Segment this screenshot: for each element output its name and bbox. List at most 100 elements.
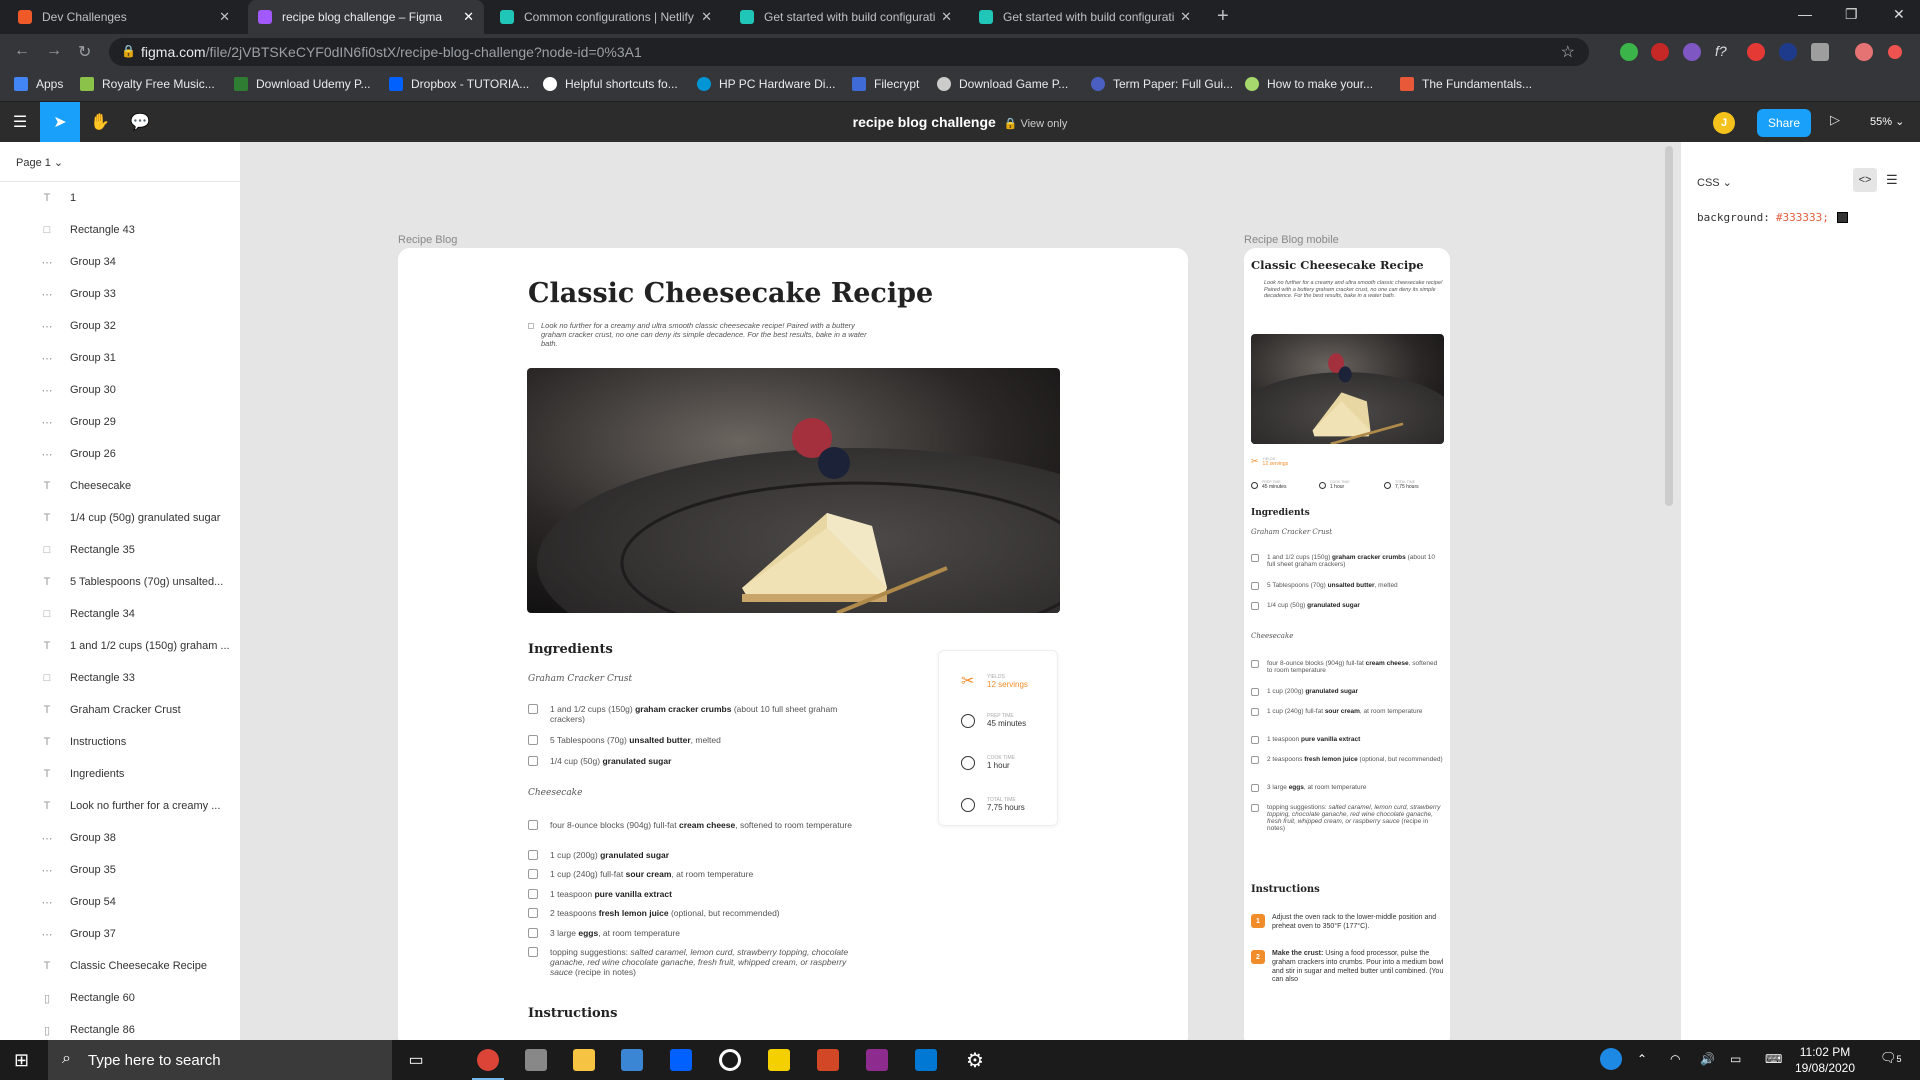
- ingredient-item[interactable]: four 8-ounce blocks (904g) full-fat crea…: [528, 820, 858, 830]
- ingredient-checkbox[interactable]: [528, 869, 538, 879]
- ingredient-checkbox[interactable]: [528, 756, 538, 766]
- close-tab-icon[interactable]: ✕: [941, 9, 952, 25]
- bookmark-download-udemy[interactable]: Download Udemy P...: [234, 77, 371, 91]
- present-play-icon[interactable]: ▷: [1830, 112, 1840, 128]
- tab-dev-challenges[interactable]: Dev Challenges ✕: [8, 0, 240, 34]
- ingredient-checkbox[interactable]: [1251, 784, 1259, 792]
- media-taskbar-icon[interactable]: [710, 1045, 750, 1075]
- bookmark-term-paper[interactable]: Term Paper: Full Gui...: [1091, 77, 1233, 91]
- layer-row[interactable]: ⋯ Group 31: [0, 342, 240, 374]
- chrome-taskbar-icon[interactable]: [468, 1045, 508, 1080]
- ingredient-checkbox[interactable]: [1251, 736, 1259, 744]
- ingredient-item[interactable]: 1/4 cup (50g) granulated sugar: [528, 756, 858, 766]
- ingredient-item[interactable]: 2 teaspoons fresh lemon juice (optional,…: [1251, 756, 1444, 764]
- close-tab-icon[interactable]: ✕: [463, 9, 474, 25]
- code-view-icon[interactable]: <>: [1853, 168, 1877, 192]
- ingredient-item[interactable]: 1/4 cup (50g) granulated sugar: [1251, 602, 1444, 610]
- extension-icon[interactable]: [1888, 45, 1902, 59]
- figma-canvas[interactable]: Recipe Blog Classic Cheesecake Recipe Lo…: [241, 142, 1680, 1040]
- ingredient-item[interactable]: 1 cup (200g) granulated sugar: [528, 850, 858, 860]
- ingredient-checkbox[interactable]: [528, 735, 538, 745]
- sticky-notes-taskbar-icon[interactable]: [759, 1045, 799, 1075]
- ingredient-item[interactable]: 1 teaspoon pure vanilla extract: [528, 889, 858, 899]
- dropbox-taskbar-icon[interactable]: [661, 1045, 701, 1075]
- task-view-icon[interactable]: ▭: [396, 1045, 436, 1075]
- bookmark-the-fundamentals[interactable]: The Fundamentals...: [1400, 77, 1532, 91]
- layer-row[interactable]: ⋯ Group 35: [0, 854, 240, 886]
- store-taskbar-icon[interactable]: [612, 1045, 652, 1075]
- move-tool-icon[interactable]: ➤: [40, 102, 80, 142]
- layer-row[interactable]: T Instructions: [0, 726, 240, 758]
- file-explorer-taskbar-icon[interactable]: [564, 1045, 604, 1075]
- ingredient-checkbox[interactable]: [1251, 688, 1259, 696]
- bookmark-helpful-shortcuts[interactable]: Helpful shortcuts fo...: [543, 77, 678, 91]
- layer-row[interactable]: T 5 Tablespoons (70g) unsalted...: [0, 566, 240, 598]
- ingredient-item[interactable]: 1 cup (240g) full-fat sour cream, at roo…: [1251, 708, 1444, 716]
- url-input[interactable]: 🔒 figma.com/file/2jVBTSKeCYF0dIN6fi0stX/…: [109, 38, 1589, 66]
- close-window-icon[interactable]: ✕: [1893, 6, 1905, 23]
- ingredient-item[interactable]: four 8-ounce blocks (904g) full-fat crea…: [1251, 660, 1444, 674]
- ingredient-item[interactable]: 1 cup (240g) full-fat sour cream, at roo…: [528, 869, 858, 879]
- ingredient-checkbox[interactable]: [1251, 804, 1259, 812]
- extension-icon[interactable]: [1620, 43, 1638, 61]
- layer-row[interactable]: T Look no further for a creamy ...: [0, 790, 240, 822]
- tab-figma[interactable]: recipe blog challenge – Figma ✕: [248, 0, 484, 34]
- winrar-taskbar-icon[interactable]: [857, 1045, 897, 1075]
- ingredient-item[interactable]: 3 large eggs, at room temperature: [1251, 784, 1444, 792]
- bookmark-hp-hardware[interactable]: HP PC Hardware Di...: [697, 77, 835, 91]
- layer-row[interactable]: T 1 and 1/2 cups (150g) graham ...: [0, 630, 240, 662]
- comment-tool-icon[interactable]: 💬: [120, 102, 160, 142]
- restore-icon[interactable]: ❐: [1845, 6, 1858, 23]
- reload-icon[interactable]: ↻: [78, 42, 91, 62]
- ingredient-checkbox[interactable]: [1251, 582, 1259, 590]
- ingredient-checkbox[interactable]: [528, 820, 538, 830]
- ingredient-checkbox[interactable]: [1251, 660, 1259, 668]
- ingredient-checkbox[interactable]: [528, 928, 538, 938]
- extension-icon[interactable]: [1683, 43, 1701, 61]
- tab-build-configuration-1[interactable]: Get started with build configurati ✕: [730, 0, 962, 34]
- layer-row[interactable]: ▯ Rectangle 60: [0, 982, 240, 1014]
- layer-row[interactable]: T Cheesecake: [0, 470, 240, 502]
- bookmark-dropbox[interactable]: Dropbox - TUTORIA...: [389, 77, 529, 91]
- page-selector[interactable]: Page 1 ⌄: [0, 142, 240, 182]
- ingredient-item[interactable]: topping suggestions: salted caramel, lem…: [1251, 804, 1444, 832]
- ingredient-checkbox[interactable]: [528, 850, 538, 860]
- wifi-icon[interactable]: ◠: [1670, 1052, 1680, 1066]
- ingredient-item[interactable]: 2 teaspoons fresh lemon juice (optional,…: [528, 908, 858, 918]
- formula-extension-icon[interactable]: f?: [1715, 43, 1733, 61]
- taskbar-search-input[interactable]: ⌕ Type here to search: [48, 1040, 392, 1080]
- layer-row[interactable]: T1: [0, 182, 240, 214]
- css-value[interactable]: #333333;: [1776, 211, 1829, 224]
- forward-arrow-icon[interactable]: →: [46, 42, 62, 60]
- bookmark-filecrypt[interactable]: Filecrypt: [852, 77, 919, 91]
- bookmark-apps[interactable]: Apps: [14, 77, 63, 91]
- ingredient-checkbox[interactable]: [528, 947, 538, 957]
- hand-tool-icon[interactable]: ✋: [80, 102, 120, 142]
- volume-icon[interactable]: 🔊: [1700, 1052, 1715, 1066]
- layer-row[interactable]: ⋯ Group 37: [0, 918, 240, 950]
- layer-row[interactable]: ⋯ Group 32: [0, 310, 240, 342]
- extension-icon[interactable]: [1779, 43, 1797, 61]
- bookmark-star-icon[interactable]: ☆: [1561, 42, 1575, 62]
- help-tray-icon[interactable]: [1600, 1048, 1622, 1070]
- main-menu-icon[interactable]: ☰: [0, 102, 40, 142]
- new-tab-button[interactable]: +: [1217, 5, 1229, 28]
- layer-row[interactable]: □ Rectangle 43: [0, 214, 240, 246]
- notifications-icon[interactable]: 🗨5: [1880, 1050, 1902, 1066]
- layer-row[interactable]: ⋯ Group 34: [0, 246, 240, 278]
- user-avatar[interactable]: J: [1713, 112, 1735, 134]
- frame-label-desktop[interactable]: Recipe Blog: [398, 234, 457, 246]
- layer-row[interactable]: ▯ Rectangle 86: [0, 1014, 240, 1040]
- close-tab-icon[interactable]: ✕: [701, 9, 712, 25]
- powerpoint-taskbar-icon[interactable]: [808, 1045, 848, 1075]
- ingredient-checkbox[interactable]: [1251, 708, 1259, 716]
- code-language-dropdown[interactable]: CSS ⌄: [1697, 176, 1732, 189]
- bookmark-how-to-make[interactable]: How to make your...: [1245, 77, 1373, 91]
- layer-row[interactable]: T Graham Cracker Crust: [0, 694, 240, 726]
- minimize-icon[interactable]: —: [1798, 6, 1812, 22]
- ingredient-checkbox[interactable]: [1251, 756, 1259, 764]
- ingredient-item[interactable]: 1 and 1/2 cups (150g) graham cracker cru…: [528, 704, 858, 724]
- extension-icon[interactable]: [1747, 43, 1765, 61]
- layer-row[interactable]: ⋯ Group 29: [0, 406, 240, 438]
- list-view-icon[interactable]: ☰: [1886, 172, 1898, 188]
